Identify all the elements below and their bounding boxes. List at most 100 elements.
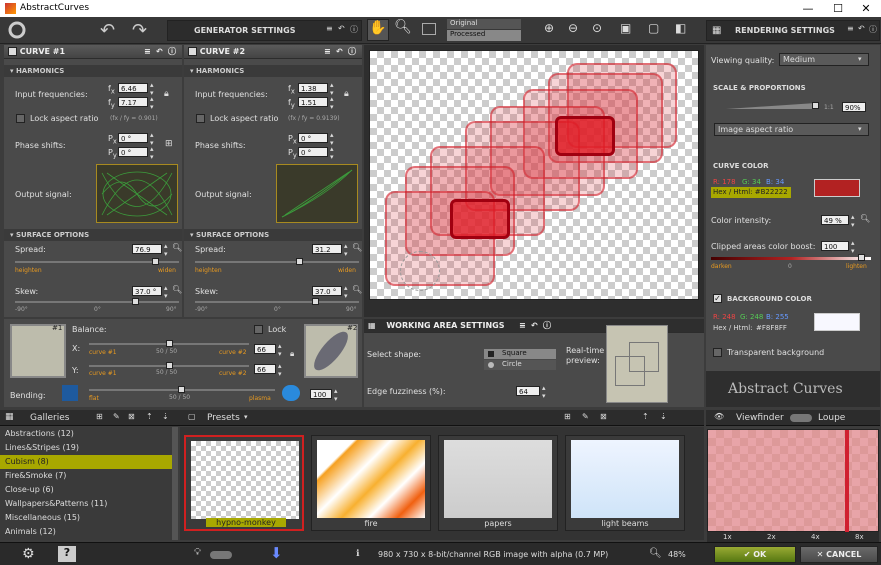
actual-size-icon[interactable]: ▢ <box>648 21 659 35</box>
arrow-down-icon[interactable]: ⬇ <box>270 544 283 562</box>
fy-input[interactable]: 7.17 <box>118 97 148 107</box>
py-stepper[interactable]: ▴ ▾ <box>330 145 334 161</box>
maximize-button[interactable]: ☐ <box>823 0 853 17</box>
spread-slider-thumb[interactable] <box>296 258 303 265</box>
zoom-tool-icon[interactable]: 🔍︎ <box>392 19 414 41</box>
zoom-8x[interactable]: 8x <box>855 533 864 541</box>
info-icon[interactable]: ⓘ <box>543 319 551 333</box>
zoom-1x[interactable]: 1x <box>723 533 732 541</box>
balance-y-input[interactable]: 66 <box>254 364 276 374</box>
image-canvas[interactable] <box>369 50 699 300</box>
bending-input[interactable]: 100 <box>310 389 332 399</box>
galleries-scrollbar[interactable] <box>172 427 178 540</box>
search-icon[interactable]: 🔍︎ <box>172 243 182 252</box>
zoom-4x[interactable]: 4x <box>811 533 820 541</box>
reset-icon[interactable]: ↶ <box>858 24 865 33</box>
menu-icon[interactable]: ≡ <box>326 24 333 33</box>
upload-icon[interactable]: ⇡ <box>642 412 649 421</box>
aspect-ratio-select[interactable]: Image aspect ratio <box>714 123 869 136</box>
preset-item[interactable]: light beams <box>565 435 685 531</box>
menu-icon[interactable]: ≡ <box>324 45 331 59</box>
view-toggle[interactable]: Original Processed <box>447 19 521 41</box>
gallery-item[interactable]: Cubism (8) <box>0 455 178 469</box>
curve1-enable-checkbox[interactable] <box>8 47 17 56</box>
skew-slider[interactable] <box>195 301 359 303</box>
fx-input[interactable]: 1.38 <box>298 83 328 93</box>
square-option[interactable]: Square <box>484 349 556 359</box>
hand-tool-icon[interactable]: ✋ <box>367 19 389 41</box>
zoom-in-icon[interactable]: ⊕ <box>544 21 554 35</box>
color-intensity-input[interactable]: 49 % <box>821 215 849 225</box>
search-icon[interactable]: 🔍︎ <box>352 285 362 294</box>
preset-item[interactable]: papers <box>438 435 558 531</box>
spread-stepper[interactable]: ▴ ▾ <box>344 242 348 258</box>
fy-input[interactable]: 1.51 <box>298 97 328 107</box>
download-icon[interactable]: ⇣ <box>660 412 667 421</box>
edit-preset-icon[interactable]: ✎ <box>582 412 589 421</box>
fy-stepper[interactable]: ▴ ▾ <box>330 95 334 111</box>
info-icon[interactable]: ⓘ <box>168 45 176 59</box>
gallery-item[interactable]: Miscellaneous (15) <box>0 511 178 525</box>
scale-slider-track[interactable] <box>726 103 816 109</box>
compare-icon[interactable]: ◧ <box>675 21 686 35</box>
viewfinder-preview[interactable] <box>707 429 879 533</box>
bg-hex-value[interactable]: #F8F8FF <box>756 324 787 332</box>
viewfinder-title[interactable]: Viewfinder <box>736 413 784 423</box>
bending-thumb[interactable] <box>178 386 185 393</box>
hex-field[interactable]: Hex / Html: #B22222 <box>711 187 791 198</box>
curve2-thumbnail[interactable] <box>304 324 358 378</box>
reset-icon[interactable]: ↶ <box>336 45 343 59</box>
processed-option[interactable]: Processed <box>447 30 521 41</box>
zoom-2x[interactable]: 2x <box>767 533 776 541</box>
gallery-item[interactable]: Animals (12) <box>0 525 178 539</box>
reset-icon[interactable]: ↶ <box>338 24 345 33</box>
add-preset-icon[interactable]: ⊞ <box>564 412 571 421</box>
px-input[interactable]: 0 ° <box>118 133 148 143</box>
curve2-enable-checkbox[interactable] <box>188 47 197 56</box>
settings-gear-icon[interactable]: ⚙ <box>22 546 35 562</box>
balance-x-input[interactable]: 66 <box>254 344 276 354</box>
balance-y-thumb[interactable] <box>166 362 173 369</box>
reset-icon[interactable]: ↶ <box>531 319 538 333</box>
menu-icon[interactable]: ≡ <box>519 319 526 333</box>
intensity-stepper[interactable]: ▴ ▾ <box>851 213 855 229</box>
add-gallery-icon[interactable]: ⊞ <box>96 412 103 421</box>
py-input[interactable]: 0 ° <box>298 147 328 157</box>
minimize-button[interactable]: — <box>793 0 823 17</box>
skew-input[interactable]: 37.0 ° <box>312 286 342 296</box>
info-icon[interactable]: ⓘ <box>350 24 358 35</box>
surface-options-header[interactable]: ▾ SURFACE OPTIONS <box>4 229 182 241</box>
skew-input[interactable]: 37.0 ° <box>132 286 162 296</box>
delete-gallery-icon[interactable]: ⊠ <box>128 412 135 421</box>
surface-options-header[interactable]: ▾ SURFACE OPTIONS <box>184 229 362 241</box>
edit-gallery-icon[interactable]: ✎ <box>113 412 120 421</box>
gallery-item[interactable]: Wallpapers&Patterns (11) <box>0 497 178 511</box>
redo-icon[interactable]: ↷ <box>132 20 147 41</box>
viewing-quality-select[interactable]: Medium <box>779 53 869 66</box>
skew-stepper[interactable]: ▴ ▾ <box>164 284 168 300</box>
spread-slider[interactable] <box>195 261 359 263</box>
lock-icon[interactable]: 🔒︎ <box>344 89 349 99</box>
ok-button[interactable]: ✔ OK <box>714 546 796 563</box>
zoom-out-icon[interactable]: ⊖ <box>568 21 578 35</box>
px-input[interactable]: 0 ° <box>298 133 328 143</box>
spread-slider-thumb[interactable] <box>152 258 159 265</box>
gallery-item[interactable]: Lines&Stripes (19) <box>0 441 178 455</box>
harmonics-header[interactable]: ▾ HARMONICS <box>4 65 182 77</box>
search-icon[interactable]: 🔍︎ <box>172 285 182 294</box>
preset-item[interactable]: fire <box>311 435 431 531</box>
lock-icon[interactable]: 🔒︎ <box>164 89 169 99</box>
skew-slider-thumb[interactable] <box>312 298 319 305</box>
presets-title[interactable]: Presets <box>207 413 240 423</box>
loupe-title[interactable]: Loupe <box>818 413 845 423</box>
lightbulb-icon[interactable]: 💡︎ <box>194 547 201 558</box>
info-icon[interactable]: ⓘ <box>869 24 877 35</box>
flat-icon[interactable] <box>62 385 78 401</box>
bulb-toggle[interactable] <box>210 551 232 559</box>
gallery-item[interactable]: Abstractions (12) <box>0 427 178 441</box>
zoom-fit-icon[interactable]: ⊙ <box>592 21 602 35</box>
link-icon[interactable]: ⊞ <box>165 139 173 149</box>
py-input[interactable]: 0 ° <box>118 147 148 157</box>
image-icon[interactable] <box>422 23 436 35</box>
lock-icon[interactable]: 🔒︎ <box>290 349 294 359</box>
